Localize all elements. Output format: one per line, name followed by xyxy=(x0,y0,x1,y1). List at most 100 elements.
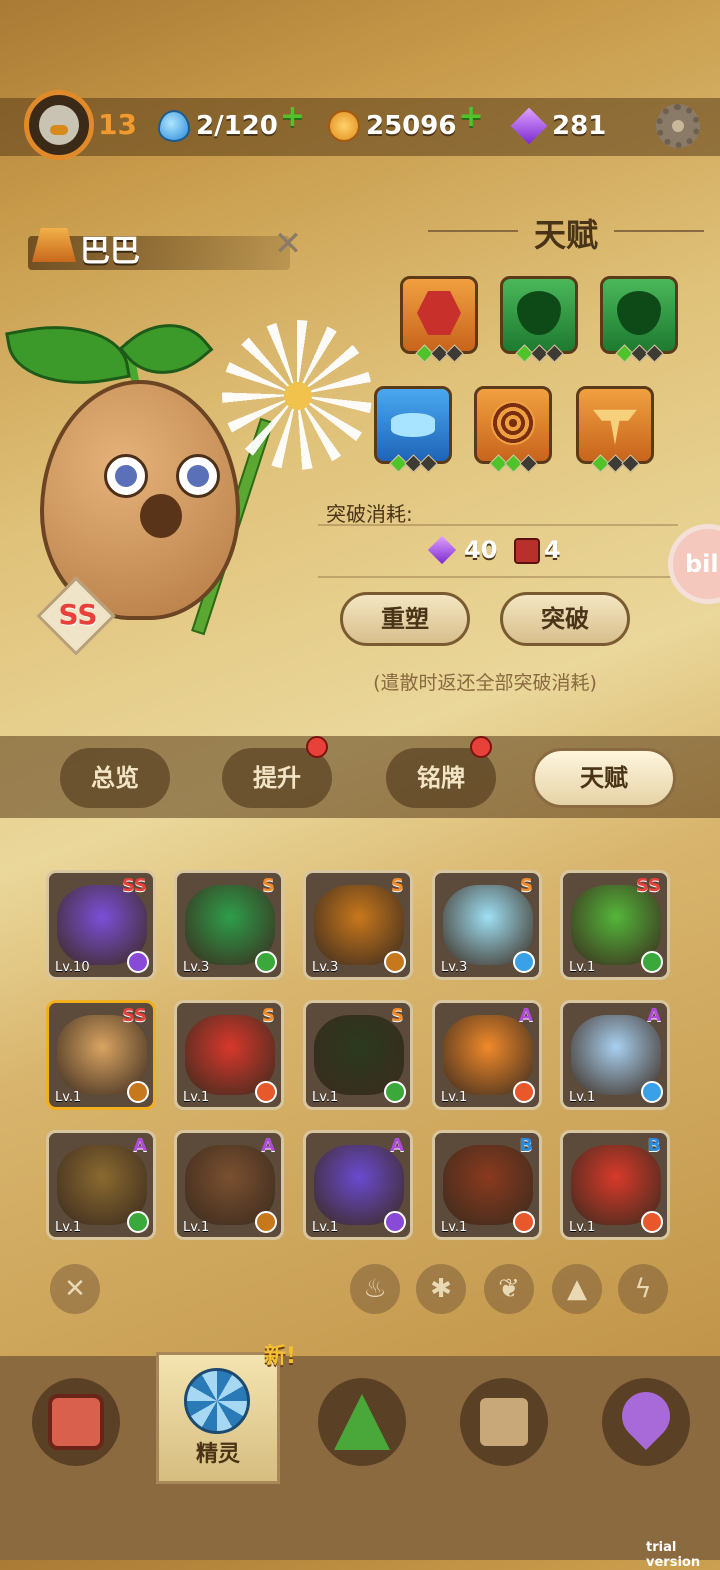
talent-slot-6[interactable] xyxy=(576,386,654,464)
swirl-icon xyxy=(491,401,535,445)
gem-value: 281 xyxy=(552,111,607,141)
notification-dot xyxy=(306,736,328,758)
filter-leaf-icon[interactable]: ❦ xyxy=(484,1264,534,1314)
pet-name: 巴巴 xyxy=(80,234,140,269)
fire-icon xyxy=(641,1211,663,1233)
pet-card[interactable]: S Lv.3 xyxy=(174,870,284,980)
rank-badge-text: SS xyxy=(58,598,98,631)
talent-level-6 xyxy=(576,454,654,473)
pet-rank: S xyxy=(391,1005,404,1026)
ice-icon xyxy=(513,951,535,973)
mountain-icon xyxy=(334,1394,390,1450)
pet-eye-left xyxy=(104,454,148,498)
nav-chest[interactable] xyxy=(460,1378,548,1466)
pet-card[interactable]: SS Lv.1 xyxy=(560,870,670,980)
tab-talent[interactable]: 天赋 xyxy=(532,748,676,808)
notification-dot xyxy=(470,736,492,758)
hex-gem-icon xyxy=(417,291,461,335)
coin-counter[interactable]: 25096 + xyxy=(328,99,484,146)
add-stamina-button[interactable]: + xyxy=(280,99,305,134)
chest-icon xyxy=(476,1394,532,1450)
talent-level-2 xyxy=(500,344,578,363)
talent-level-5 xyxy=(474,454,552,473)
talent-level-3 xyxy=(600,344,678,363)
filter-ice-icon[interactable]: ✱ xyxy=(416,1264,466,1314)
pet-level: Lv.1 xyxy=(312,1220,339,1235)
pet-card[interactable]: A Lv.1 xyxy=(46,1130,156,1240)
talent-level-1 xyxy=(400,344,478,363)
pet-rank: B xyxy=(519,1135,533,1156)
pet-rank: A xyxy=(390,1135,404,1156)
pet-rank: B xyxy=(647,1135,661,1156)
divider xyxy=(318,576,678,578)
pet-level: Lv.1 xyxy=(55,1220,82,1235)
breakthrough-button[interactable]: 突破 xyxy=(500,592,630,646)
pet-card[interactable]: A Lv.1 xyxy=(174,1130,284,1240)
new-tag: 新! xyxy=(264,1344,297,1369)
divider xyxy=(318,524,678,526)
talent-slot-1[interactable] xyxy=(400,276,478,354)
pet-level: Lv.1 xyxy=(441,1090,468,1105)
pet-level: Lv.1 xyxy=(183,1220,210,1235)
nav-adventure[interactable] xyxy=(318,1378,406,1466)
talent-slot-2[interactable] xyxy=(500,276,578,354)
pet-card[interactable]: S Lv.1 xyxy=(174,1000,284,1110)
nav-backpack[interactable] xyxy=(32,1378,120,1466)
settings-gear-icon[interactable] xyxy=(656,104,700,148)
filter-earth-icon[interactable]: ▲ xyxy=(552,1264,602,1314)
earth-icon xyxy=(384,951,406,973)
reshape-button[interactable]: 重塑 xyxy=(340,592,470,646)
spirit-icon xyxy=(184,1368,250,1434)
filter-lightning-icon[interactable]: ϟ xyxy=(618,1264,668,1314)
pet-card[interactable]: S Lv.3 xyxy=(303,870,413,980)
wings-icon xyxy=(593,409,637,445)
add-coins-button[interactable]: + xyxy=(458,99,483,134)
red-book-icon xyxy=(514,538,540,564)
talent-slot-3[interactable] xyxy=(600,276,678,354)
leaf-icon xyxy=(384,1081,406,1103)
pet-level: Lv.1 xyxy=(569,1090,596,1105)
pet-level: Lv.1 xyxy=(569,960,596,975)
green-drop-icon xyxy=(517,291,561,335)
stamina-counter[interactable]: 2/120 + xyxy=(158,99,305,146)
nav-map[interactable] xyxy=(602,1378,690,1466)
player-avatar[interactable] xyxy=(24,90,94,160)
backpack-icon xyxy=(48,1394,104,1450)
purple-gem-icon xyxy=(427,535,457,565)
cost-books: 4 xyxy=(544,536,561,564)
clear-filter-icon[interactable]: ✕ xyxy=(50,1264,100,1314)
pet-card[interactable]: A Lv.1 xyxy=(432,1000,542,1110)
talent-slot-4[interactable] xyxy=(374,386,452,464)
pet-card[interactable]: A Lv.1 xyxy=(560,1000,670,1110)
pet-card[interactable]: A Lv.1 xyxy=(303,1130,413,1240)
nav-spirit-label: 精灵 xyxy=(195,1442,240,1467)
coin-value: 25096 xyxy=(366,111,457,141)
pet-card[interactable]: B Lv.1 xyxy=(432,1130,542,1240)
fire-icon xyxy=(255,1081,277,1103)
pet-card[interactable]: B Lv.1 xyxy=(560,1130,670,1240)
coin-icon xyxy=(328,110,360,142)
pet-card[interactable]: SS Lv.10 xyxy=(46,870,156,980)
tab-overview[interactable]: 总览 xyxy=(60,748,170,808)
talent-level-4 xyxy=(374,454,452,473)
breakthrough-cost-label: 突破消耗: xyxy=(326,502,413,526)
close-icon[interactable]: ✕ xyxy=(270,226,306,262)
fire-icon xyxy=(513,1081,535,1103)
earth-icon xyxy=(127,1081,149,1103)
pet-rank: S xyxy=(520,875,533,896)
water-drop-icon xyxy=(158,110,190,142)
talent-title: 天赋 xyxy=(533,216,598,254)
leaf-icon xyxy=(255,951,277,973)
pet-card[interactable]: S Lv.1 xyxy=(303,1000,413,1110)
cost-gems: 40 xyxy=(464,536,498,564)
pet-card[interactable]: S Lv.3 xyxy=(432,870,542,980)
pet-mouth xyxy=(140,494,182,538)
green-drop-icon xyxy=(617,291,661,335)
filter-fire-icon[interactable]: ♨ xyxy=(350,1264,400,1314)
pet-card[interactable]: SS Lv.1 xyxy=(46,1000,156,1110)
pet-rank: A xyxy=(519,1005,533,1026)
avatar-face-icon xyxy=(39,105,79,145)
earth-element-icon xyxy=(32,228,76,262)
pet-rank: A xyxy=(647,1005,661,1026)
talent-slot-5[interactable] xyxy=(474,386,552,464)
